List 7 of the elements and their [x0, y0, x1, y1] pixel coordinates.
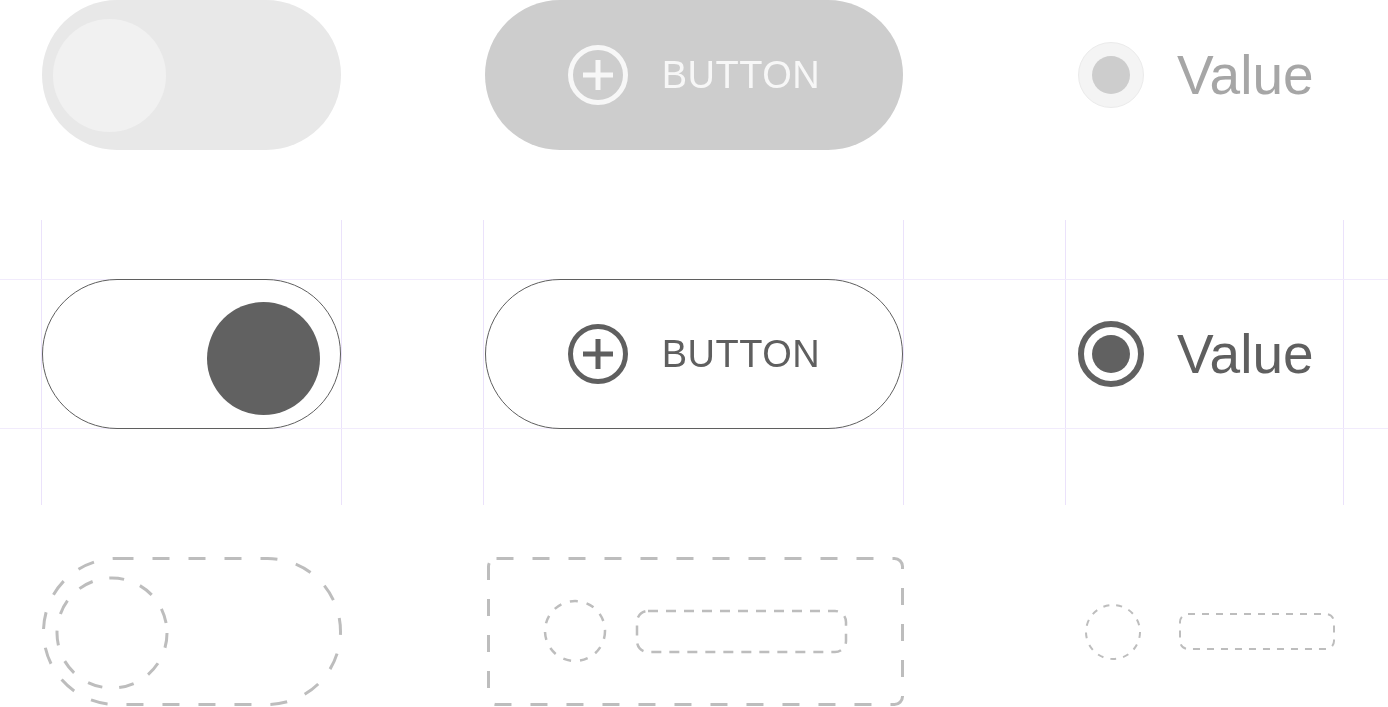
plus-circle-icon	[567, 324, 628, 384]
radio-wireframe	[1085, 604, 1141, 660]
toggle-switch[interactable]	[42, 279, 341, 429]
add-button[interactable]: BUTTON	[485, 279, 903, 429]
radio-label[interactable]: Value	[1177, 326, 1314, 382]
plus-circle-icon	[567, 45, 628, 105]
icon-wireframe	[543, 599, 607, 663]
